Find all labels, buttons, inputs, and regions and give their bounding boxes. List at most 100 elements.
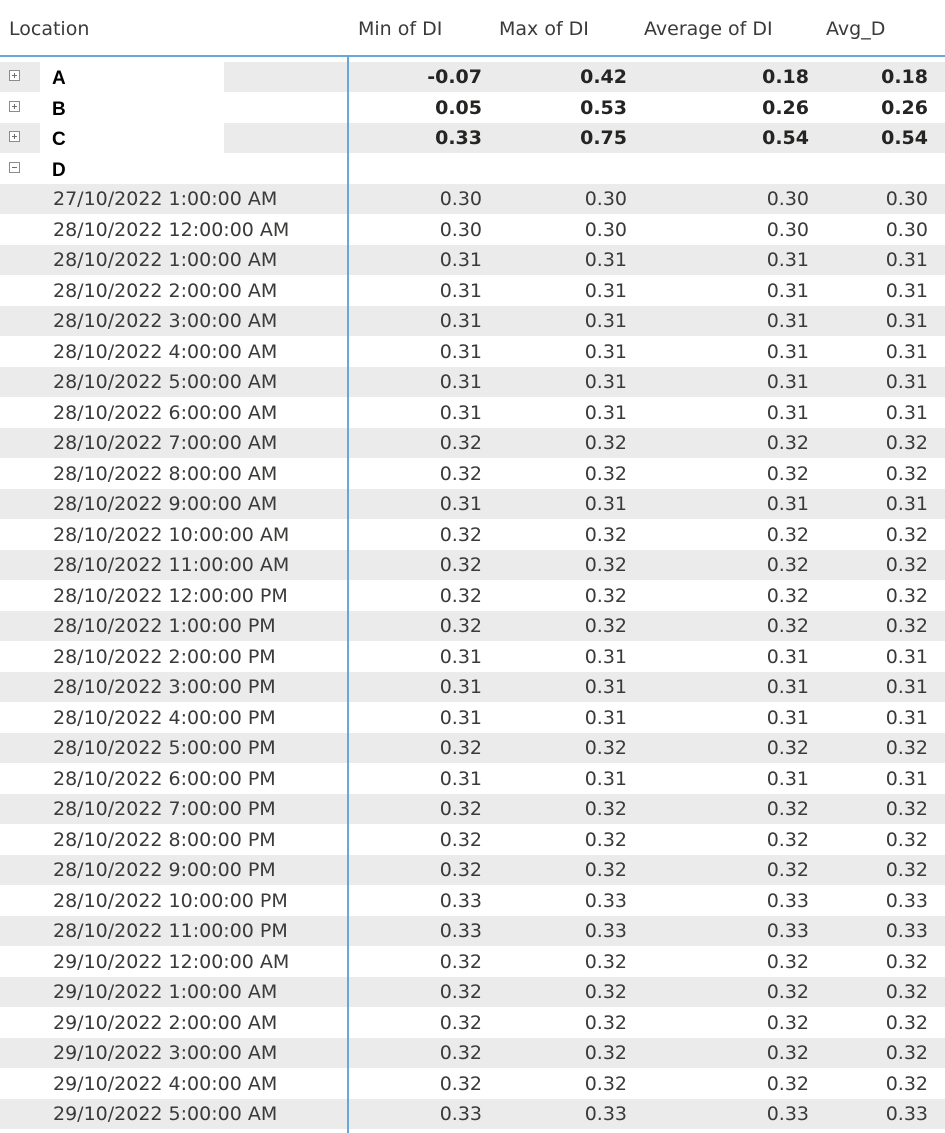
- group-label: A: [52, 68, 66, 89]
- row-avg-d-value: 0.32: [885, 951, 928, 973]
- row-min-value: 0.32: [439, 859, 482, 881]
- row-average-value: 0.33: [766, 920, 809, 942]
- row-avg-d-value: 0.31: [885, 341, 928, 363]
- row-avg-d-value: 0.32: [885, 1042, 928, 1064]
- header-avg-d[interactable]: Avg_D: [826, 18, 888, 40]
- row-datetime: 29/10/2022 4:00:00 AM: [53, 1073, 278, 1095]
- row-min-value: 0.31: [439, 646, 482, 668]
- header-max[interactable]: Max of DI: [499, 18, 589, 40]
- row-min-value: 0.31: [439, 249, 482, 271]
- row-avg-d-value: 0.32: [885, 798, 928, 820]
- row-average-value: 0.31: [766, 310, 809, 332]
- row-avg-d-value: 0.33: [885, 1103, 928, 1125]
- group-avg-d-value: 0.18: [881, 66, 928, 88]
- row-average-value: 0.31: [766, 402, 809, 424]
- row-min-value: 0.33: [439, 920, 482, 942]
- row-avg-d-value: 0.33: [885, 890, 928, 912]
- row-average-value: 0.32: [766, 951, 809, 973]
- row-avg-d-value: 0.31: [885, 310, 928, 332]
- group-row[interactable]: C 0.33 0.75 0.54 0.54: [0, 123, 945, 153]
- header-location[interactable]: Location: [9, 18, 89, 40]
- row-average-value: 0.33: [766, 890, 809, 912]
- row-average-value: 0.32: [766, 1012, 809, 1034]
- row-average-value: 0.31: [766, 646, 809, 668]
- row-average-value: 0.32: [766, 585, 809, 607]
- row-datetime: 28/10/2022 2:00:00 PM: [53, 646, 276, 668]
- row-max-value: 0.32: [584, 981, 627, 1003]
- row-max-value: 0.31: [584, 280, 627, 302]
- group-row[interactable]: B 0.05 0.53 0.26 0.26: [0, 93, 945, 123]
- row-datetime: 29/10/2022 1:00:00 AM: [53, 981, 278, 1003]
- table-row: 28/10/2022 6:00:00 PM 0.31 0.31 0.31 0.31: [0, 764, 945, 794]
- row-max-value: 0.32: [584, 463, 627, 485]
- row-average-value: 0.31: [766, 676, 809, 698]
- row-max-value: 0.30: [584, 219, 627, 241]
- row-average-value: 0.33: [766, 1103, 809, 1125]
- row-max-value: 0.33: [584, 920, 627, 942]
- table-row: 28/10/2022 7:00:00 AM 0.32 0.32 0.32 0.32: [0, 428, 945, 458]
- row-average-value: 0.32: [766, 615, 809, 637]
- row-datetime: 28/10/2022 6:00:00 PM: [53, 768, 276, 790]
- row-average-value: 0.31: [766, 280, 809, 302]
- row-max-value: 0.31: [584, 341, 627, 363]
- table-row: 28/10/2022 5:00:00 PM 0.32 0.32 0.32 0.32: [0, 733, 945, 763]
- table-row: 29/10/2022 5:00:00 AM 0.33 0.33 0.33 0.33: [0, 1099, 945, 1129]
- table-row: 28/10/2022 12:00:00 PM 0.32 0.32 0.32 0.32: [0, 581, 945, 611]
- row-avg-d-value: 0.30: [885, 219, 928, 241]
- row-average-value: 0.32: [766, 432, 809, 454]
- row-average-value: 0.32: [766, 524, 809, 546]
- group-min-value: 0.33: [435, 127, 482, 149]
- row-datetime: 29/10/2022 12:00:00 AM: [53, 951, 290, 973]
- header-min[interactable]: Min of DI: [358, 18, 444, 40]
- row-average-value: 0.31: [766, 768, 809, 790]
- expand-icon[interactable]: [9, 101, 20, 112]
- row-max-value: 0.33: [584, 890, 627, 912]
- table-row: 28/10/2022 11:00:00 PM 0.33 0.33 0.33 0.33: [0, 916, 945, 946]
- group-average-value: 0.26: [762, 97, 809, 119]
- row-min-value: 0.32: [439, 798, 482, 820]
- row-min-value: 0.31: [439, 371, 482, 393]
- row-min-value: 0.32: [439, 1073, 482, 1095]
- row-max-value: 0.32: [584, 1042, 627, 1064]
- row-average-value: 0.32: [766, 1042, 809, 1064]
- row-datetime: 28/10/2022 5:00:00 AM: [53, 371, 278, 393]
- table-row: 27/10/2022 1:00:00 AM 0.30 0.30 0.30 0.30: [0, 184, 945, 214]
- row-avg-d-value: 0.31: [885, 707, 928, 729]
- row-avg-d-value: 0.31: [885, 249, 928, 271]
- group-label: B: [52, 99, 66, 120]
- table-row: 28/10/2022 1:00:00 PM 0.32 0.32 0.32 0.32: [0, 611, 945, 641]
- expand-icon[interactable]: [9, 70, 20, 81]
- row-min-value: 0.31: [439, 280, 482, 302]
- row-max-value: 0.31: [584, 249, 627, 271]
- group-row[interactable]: D: [0, 154, 945, 184]
- row-min-value: 0.32: [439, 585, 482, 607]
- row-average-value: 0.32: [766, 798, 809, 820]
- group-max-value: 0.42: [580, 66, 627, 88]
- row-min-value: 0.32: [439, 615, 482, 637]
- header-average[interactable]: Average of DI: [644, 18, 772, 40]
- group-row[interactable]: A -0.07 0.42 0.18 0.18: [0, 62, 945, 92]
- collapse-icon[interactable]: [9, 162, 20, 173]
- table-row: 28/10/2022 5:00:00 AM 0.31 0.31 0.31 0.31: [0, 367, 945, 397]
- row-datetime: 28/10/2022 2:00:00 AM: [53, 280, 278, 302]
- expand-icon[interactable]: [9, 131, 20, 142]
- row-datetime: 28/10/2022 5:00:00 PM: [53, 737, 276, 759]
- row-datetime: 29/10/2022 2:00:00 AM: [53, 1012, 278, 1034]
- row-datetime: 27/10/2022 1:00:00 AM: [53, 188, 278, 210]
- row-max-value: 0.32: [584, 829, 627, 851]
- row-max-value: 0.32: [584, 798, 627, 820]
- row-min-value: 0.32: [439, 829, 482, 851]
- row-datetime: 28/10/2022 10:00:00 AM: [53, 524, 290, 546]
- row-datetime: 28/10/2022 8:00:00 AM: [53, 463, 278, 485]
- row-datetime: 28/10/2022 9:00:00 PM: [53, 859, 276, 881]
- row-avg-d-value: 0.32: [885, 1012, 928, 1034]
- row-max-value: 0.33: [584, 1103, 627, 1125]
- row-avg-d-value: 0.31: [885, 371, 928, 393]
- table-row: 28/10/2022 3:00:00 PM 0.31 0.31 0.31 0.31: [0, 672, 945, 702]
- table-row: 29/10/2022 1:00:00 AM 0.32 0.32 0.32 0.32: [0, 977, 945, 1007]
- matrix-table: Location Min of DI Max of DI Average of …: [0, 0, 945, 1133]
- table-row: 28/10/2022 4:00:00 AM 0.31 0.31 0.31 0.31: [0, 337, 945, 367]
- table-row: 29/10/2022 12:00:00 AM 0.32 0.32 0.32 0.32: [0, 947, 945, 977]
- row-avg-d-value: 0.32: [885, 859, 928, 881]
- row-average-value: 0.31: [766, 707, 809, 729]
